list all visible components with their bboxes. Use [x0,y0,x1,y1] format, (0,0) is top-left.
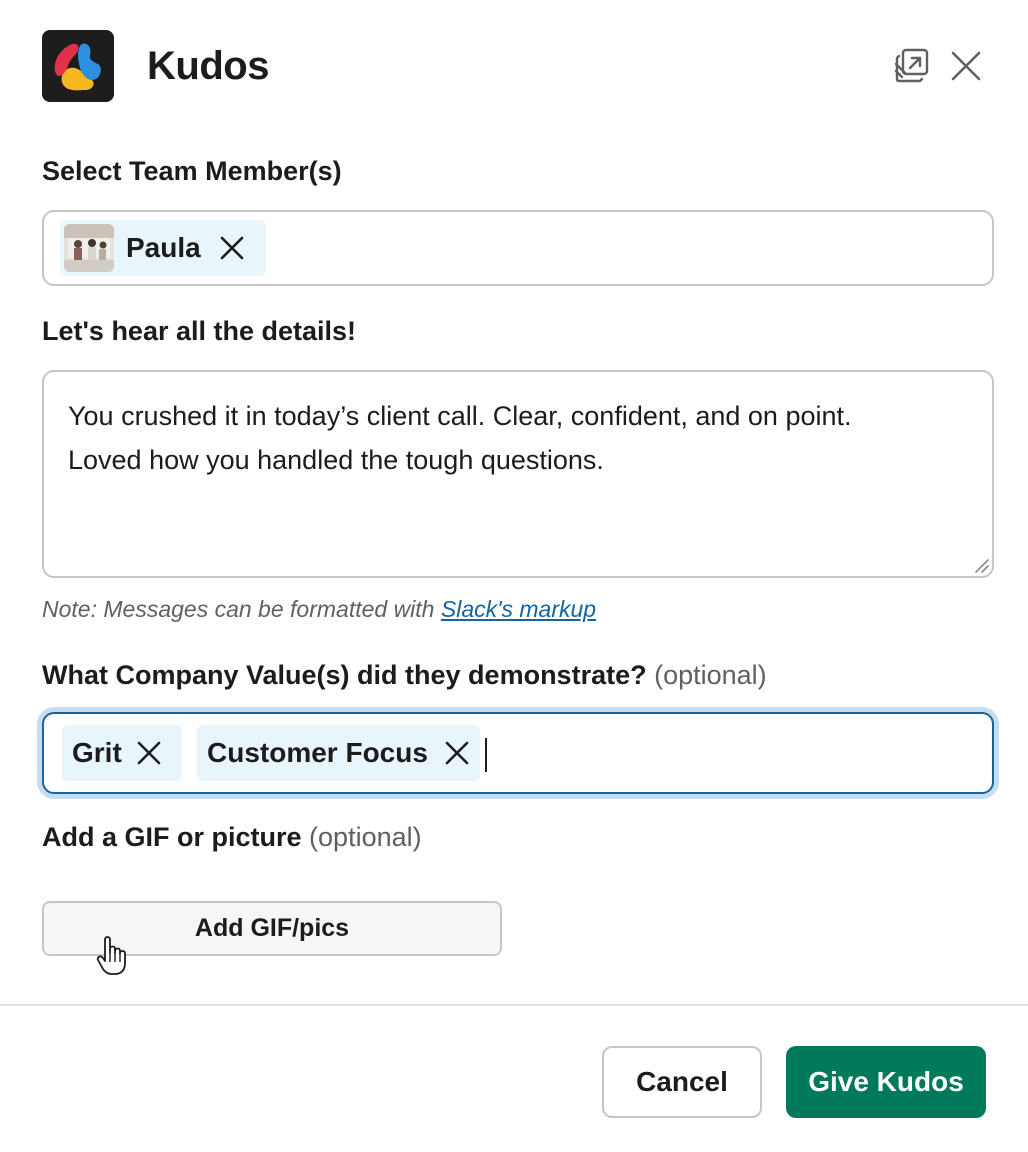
give-kudos-button[interactable]: Give Kudos [786,1046,986,1118]
value-chip-customer-focus: Customer Focus [197,725,480,781]
gif-label-text: Add a GIF or picture [42,822,302,852]
member-avatar [64,224,114,272]
footer-divider [0,1004,1028,1006]
popout-window-button[interactable] [892,46,932,86]
close-button[interactable] [946,46,986,86]
team-member-label: Select Team Member(s) [42,156,342,186]
value-chip-label: Grit [72,737,122,768]
remove-value-icon[interactable] [136,740,162,766]
team-member-select[interactable]: Paula [42,210,994,286]
resize-grip-icon[interactable] [973,557,989,573]
cancel-button[interactable]: Cancel [602,1046,762,1118]
slack-markup-link[interactable]: Slack's markup [441,596,596,622]
value-chip-label: Customer Focus [207,737,428,768]
details-text: You crushed it in today’s client call. C… [68,394,968,482]
close-icon [951,51,981,81]
optional-hint: (optional) [309,822,422,852]
details-text-line-1: You crushed it in today’s client call. C… [68,401,852,431]
gif-label: Add a GIF or picture (optional) [42,822,422,853]
details-label: Let's hear all the details! [42,316,357,346]
value-chip-grit: Grit [62,725,182,781]
hand-pointer-cursor-icon [96,936,126,975]
company-values-label: What Company Value(s) did they demonstra… [42,660,767,691]
member-chip: Paula [60,220,266,276]
company-values-select[interactable]: Grit Customer Focus [42,712,994,794]
text-caret [485,738,487,772]
popout-window-icon [894,48,929,83]
company-values-label-text: What Company Value(s) did they demonstra… [42,660,647,690]
modal-title: Kudos [147,44,269,88]
markup-note: Note: Messages can be formatted with Sla… [42,596,596,623]
optional-hint: (optional) [654,660,767,690]
markup-note-text: Note: Messages can be formatted with [42,596,441,622]
remove-member-icon[interactable] [219,235,245,261]
member-chip-label: Paula [126,232,201,263]
details-textarea[interactable]: You crushed it in today’s client call. C… [42,370,994,578]
kudos-logo-icon [42,30,114,102]
modal-header: Kudos [42,30,986,102]
details-text-line-2: Loved how you handled the tough question… [68,445,604,475]
remove-value-icon[interactable] [444,740,470,766]
